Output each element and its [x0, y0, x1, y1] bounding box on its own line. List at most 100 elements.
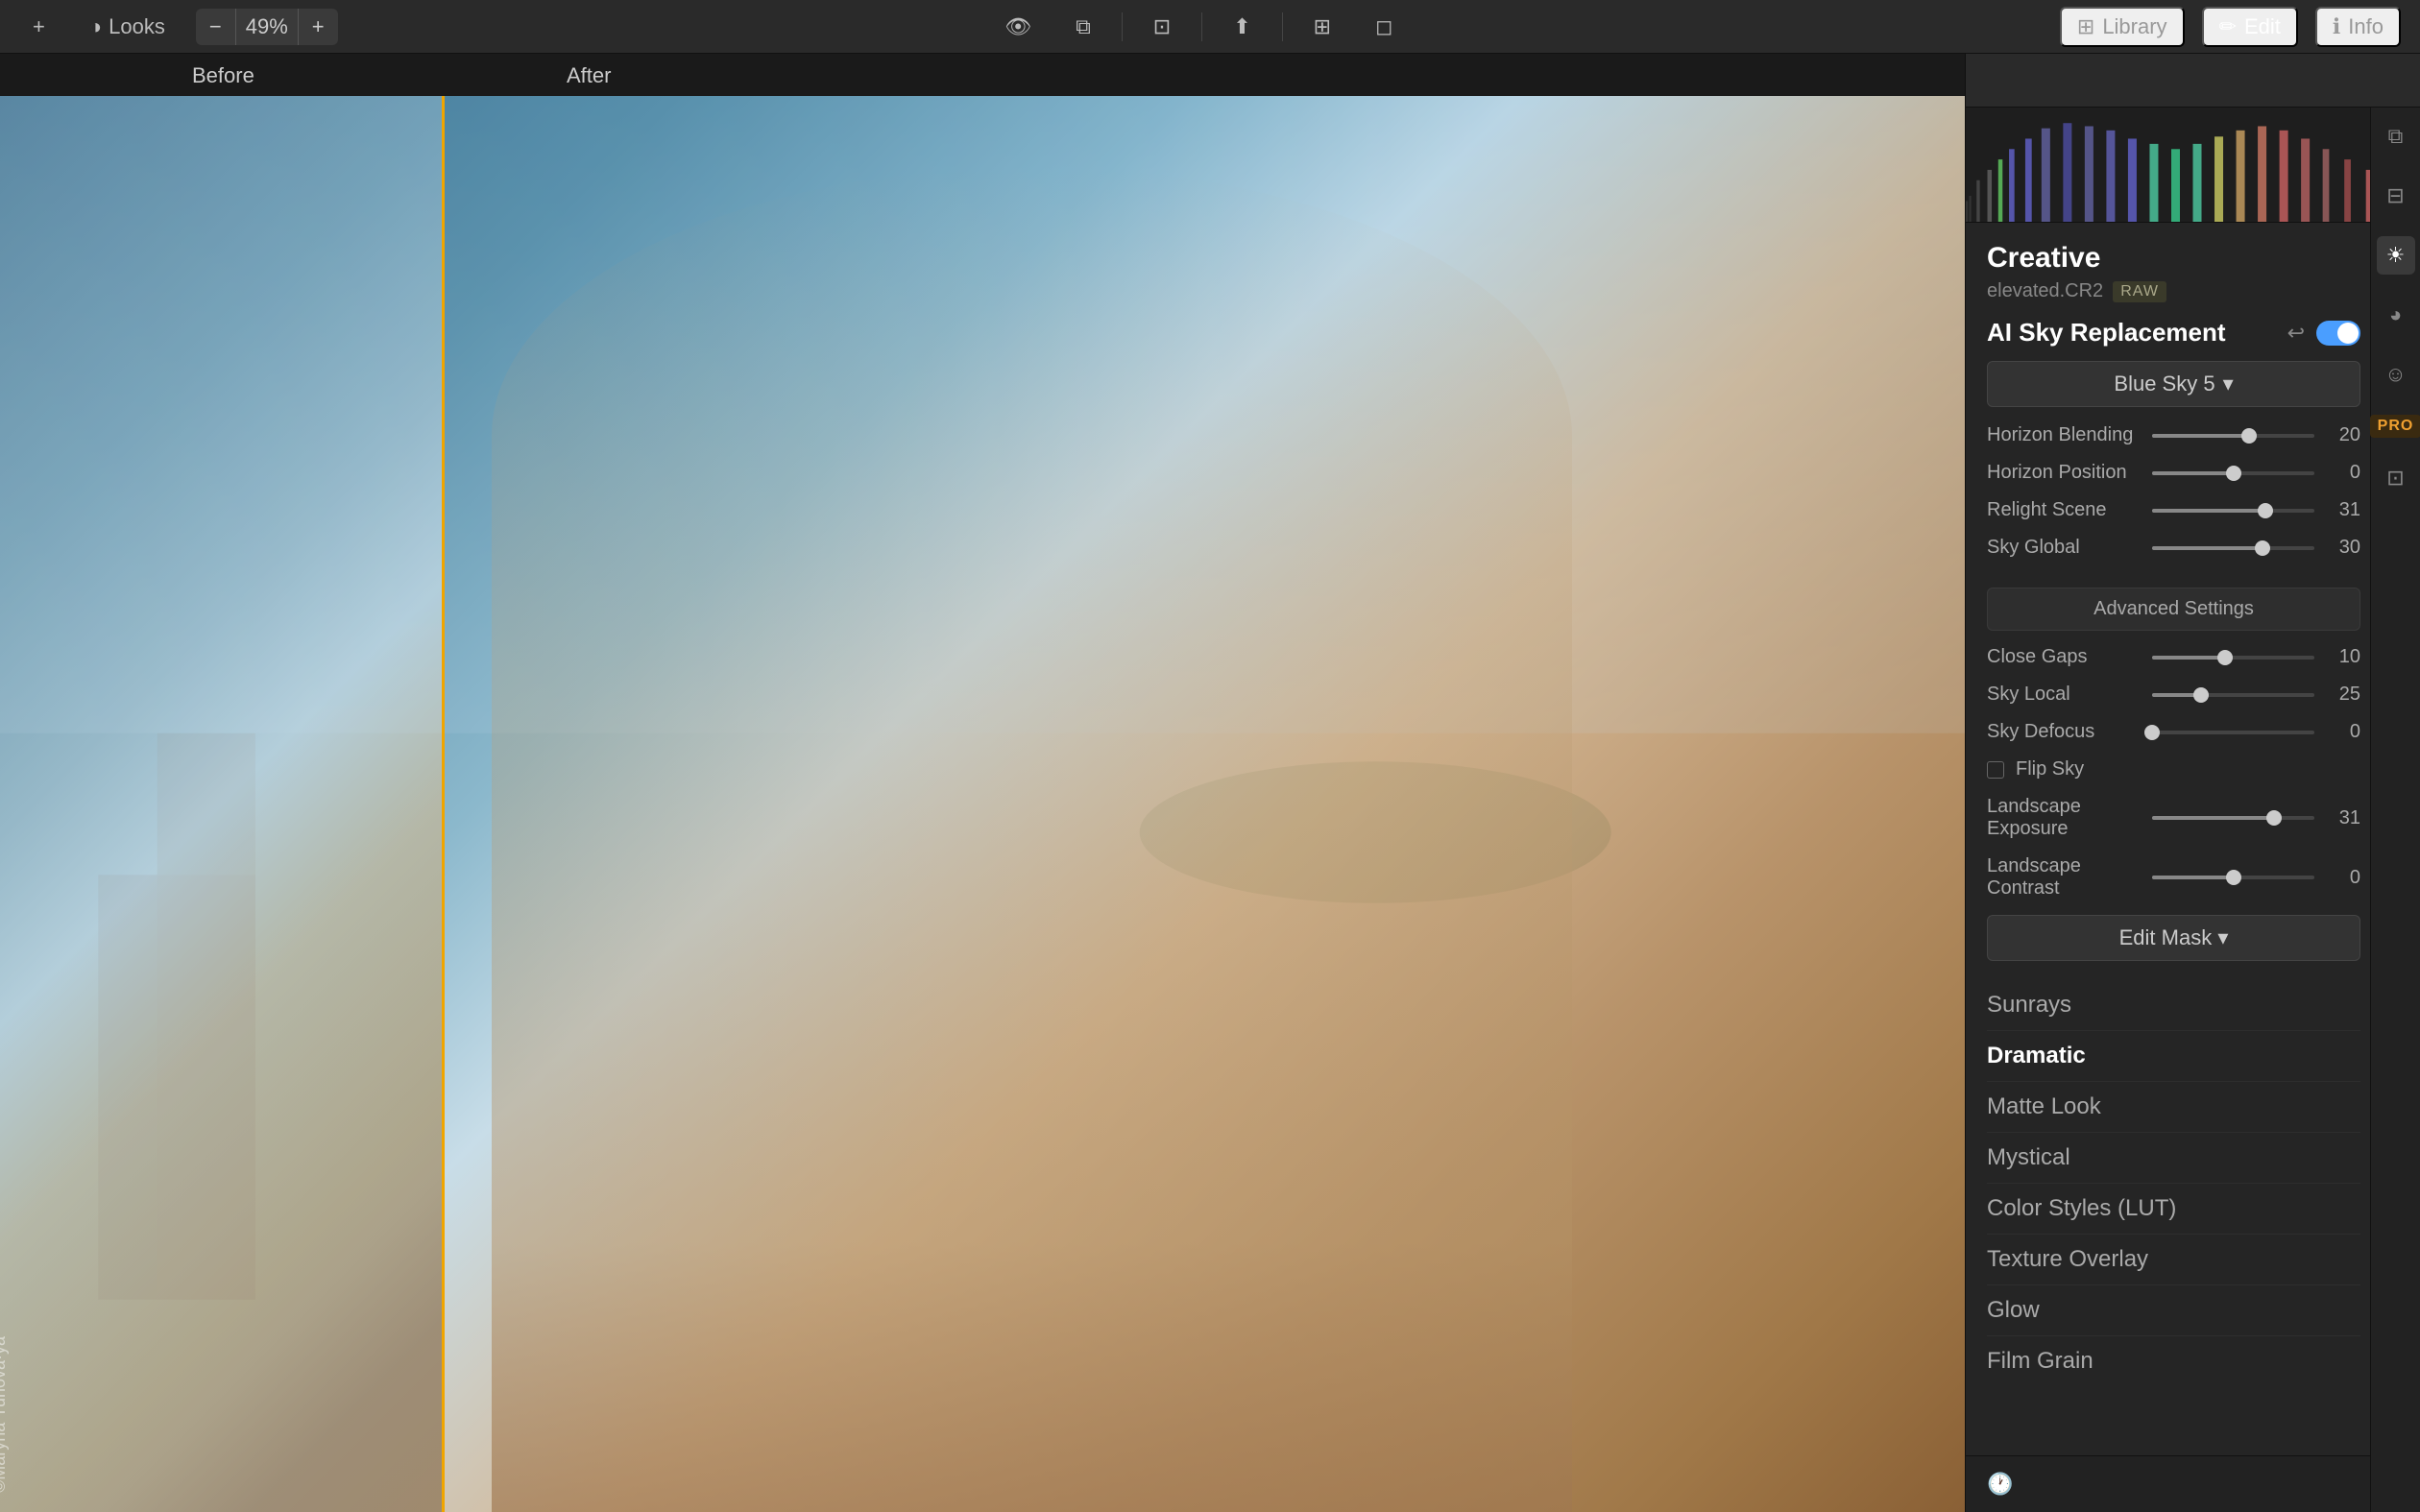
sky-preset-value: Blue Sky 5 [2114, 372, 2214, 396]
sky-local-value: 25 [2326, 684, 2360, 706]
creative-item-matte-look[interactable]: Matte Look [1987, 1082, 2360, 1133]
library-icon: ⊞ [2077, 14, 2094, 39]
panel-content[interactable]: Creative elevated.CR2 RAW AI Sky Replace… [1966, 223, 2420, 1455]
library-tab[interactable]: ⊞ Library [2060, 7, 2185, 47]
info-tab[interactable]: ℹ Info [2315, 7, 2401, 47]
bag-icon-btn[interactable]: ⊡ [2377, 459, 2415, 497]
creative-item-mystical[interactable]: Mystical [1987, 1133, 2360, 1184]
creative-item-color-styles[interactable]: Color Styles (LUT) [1987, 1184, 2360, 1235]
separator-3 [1282, 12, 1283, 41]
info-icon: ℹ [2333, 14, 2340, 39]
horizon-position-label: Horizon Position [1987, 462, 2141, 484]
relight-scene-row: Relight Scene 31 [1987, 499, 2360, 521]
grid-icon: ⊞ [1314, 14, 1331, 39]
creative-item-sunrays[interactable]: Sunrays [1987, 980, 2360, 1031]
close-gaps-thumb[interactable] [2217, 650, 2233, 665]
relight-scene-fill [2152, 509, 2265, 513]
main-layout: Before After [0, 54, 2420, 1512]
eye-button[interactable]: 👁 [991, 9, 1045, 45]
relight-scene-label: Relight Scene [1987, 499, 2141, 521]
relight-scene-thumb[interactable] [2258, 503, 2273, 518]
creative-item-dramatic[interactable]: Dramatic [1987, 1031, 2360, 1082]
relight-scene-track[interactable] [2152, 509, 2314, 513]
share-icon: ⬆ [1233, 14, 1250, 39]
sky-defocus-thumb[interactable] [2144, 725, 2160, 740]
adjust-icon-btn[interactable]: ⊟ [2377, 177, 2415, 215]
filename: elevated.CR2 [1987, 280, 2103, 302]
pro-badge: PRO [2370, 415, 2420, 438]
landscape-contrast-value: 0 [2326, 867, 2360, 889]
add-icon: + [33, 14, 45, 39]
zoom-plus-button[interactable]: + [299, 9, 338, 45]
close-gaps-row: Close Gaps 10 [1987, 646, 2360, 668]
creative-item-texture-overlay[interactable]: Texture Overlay [1987, 1235, 2360, 1285]
ai-sky-title: AI Sky Replacement [1987, 318, 2226, 348]
edit-mask-button[interactable]: Edit Mask ▾ [1987, 915, 2360, 961]
grid-button[interactable]: ⊞ [1300, 9, 1344, 45]
face-icon: ☺ [2384, 362, 2406, 387]
looks-button[interactable]: ◑ Looks [76, 9, 179, 45]
clock-icon[interactable]: 🕐 [1981, 1466, 2019, 1502]
split-line[interactable] [442, 96, 445, 1512]
panel-bottom-bar: 🕐 ••• [1966, 1455, 2420, 1512]
crop-icon: ⊡ [1153, 14, 1171, 39]
window-button[interactable]: ◻ [1362, 9, 1406, 45]
sky-local-row: Sky Local 25 [1987, 684, 2360, 706]
histogram-chart [1966, 108, 2420, 222]
layers-icon-btn[interactable]: ⧉ [2377, 117, 2415, 156]
horizon-blending-thumb[interactable] [2241, 428, 2257, 444]
image-area: Before After [0, 54, 1965, 1512]
sky-global-track[interactable] [2152, 546, 2314, 550]
landscape-contrast-track[interactable] [2152, 876, 2314, 879]
landscape-exposure-track[interactable] [2152, 816, 2314, 820]
light-icon-btn[interactable]: ☀ [2377, 236, 2415, 275]
close-gaps-label: Close Gaps [1987, 646, 2141, 668]
bag-icon: ⊡ [2386, 466, 2404, 491]
ai-sky-toggle[interactable] [2316, 321, 2360, 346]
creative-item-film-grain[interactable]: Film Grain [1987, 1336, 2360, 1386]
horizon-position-track[interactable] [2152, 471, 2314, 475]
creative-item-glow[interactable]: Glow [1987, 1285, 2360, 1336]
sky-defocus-label: Sky Defocus [1987, 721, 2141, 743]
add-button[interactable]: + [19, 9, 59, 45]
sky-global-value: 30 [2326, 537, 2360, 559]
right-panel: ⧉ ⊟ ☀ ◕ ☺ PRO ⊡ Creative elevated.CR2 RA… [1965, 54, 2420, 1512]
compare-icon: ⧉ [1076, 14, 1091, 39]
close-gaps-track[interactable] [2152, 656, 2314, 660]
landscape-contrast-thumb[interactable] [2226, 870, 2241, 885]
relight-scene-value: 31 [2326, 499, 2360, 521]
compare-button[interactable]: ⧉ [1062, 9, 1104, 45]
advanced-settings-button[interactable]: Advanced Settings [1987, 588, 2360, 631]
horizon-position-thumb[interactable] [2226, 466, 2241, 481]
landscape-exposure-row: Landscape Exposure 31 [1987, 796, 2360, 840]
horizon-position-fill [2152, 471, 2234, 475]
ai-sky-section-header: AI Sky Replacement ↩ [1987, 318, 2360, 348]
close-gaps-fill [2152, 656, 2225, 660]
crop-button[interactable]: ⊡ [1140, 9, 1184, 45]
raw-badge: RAW [2113, 281, 2166, 302]
horizon-blending-track[interactable] [2152, 434, 2314, 438]
sky-global-thumb[interactable] [2255, 540, 2270, 556]
flip-sky-checkbox[interactable] [1987, 761, 2004, 779]
before-after-bar: Before After [0, 54, 1965, 96]
sky-preset-dropdown[interactable]: Blue Sky 5 ▾ [1987, 361, 2360, 407]
landscape-exposure-thumb[interactable] [2266, 810, 2282, 826]
edit-tab[interactable]: ✏ Edit [2202, 7, 2298, 47]
reset-button[interactable]: ↩ [2287, 321, 2305, 346]
sky-local-thumb[interactable] [2193, 687, 2209, 703]
horizon-blending-fill [2152, 434, 2249, 438]
ai-sky-controls: ↩ [2287, 321, 2360, 346]
section-title: Creative [1987, 242, 2360, 275]
sky-local-track[interactable] [2152, 693, 2314, 697]
share-button[interactable]: ⬆ [1220, 9, 1264, 45]
sky-defocus-track[interactable] [2152, 731, 2314, 734]
horizon-blending-row: Horizon Blending 20 [1987, 424, 2360, 446]
eye-icon: 👁 [1004, 14, 1031, 39]
color-icon-btn[interactable]: ◕ [2377, 296, 2415, 334]
sky-local-label: Sky Local [1987, 684, 2141, 706]
zoom-minus-button[interactable]: − [196, 9, 235, 45]
face-icon-btn[interactable]: ☺ [2377, 355, 2415, 394]
panel-tabs [1966, 54, 2420, 108]
light-icon: ☀ [2386, 243, 2406, 268]
creative-list: Sunrays Dramatic Matte Look Mystical Col… [1987, 980, 2360, 1386]
